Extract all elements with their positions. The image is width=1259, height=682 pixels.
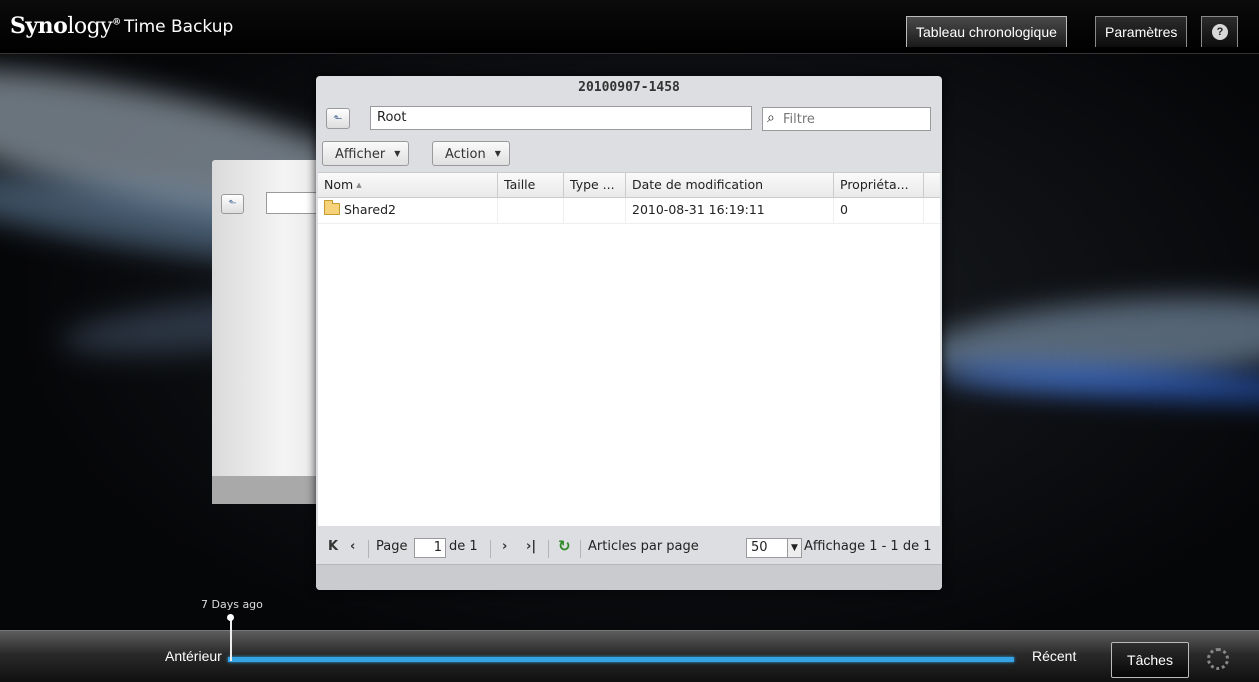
action-menu-button[interactable]: Action ▼ — [432, 141, 510, 166]
pagination-toolbar: K ‹ Page 1 de 1 › ›| ↻ Articles par page… — [318, 534, 940, 564]
chevron-down-icon: ▼ — [494, 149, 501, 158]
first-page-icon[interactable]: K — [328, 539, 338, 554]
prev-page-icon[interactable]: ‹ — [350, 539, 355, 554]
page-input[interactable]: 1 — [414, 538, 446, 558]
row-owner: 0 — [834, 198, 924, 223]
row-size — [498, 198, 564, 223]
per-page-select[interactable]: 50 ▼ — [746, 538, 802, 558]
last-page-icon[interactable]: ›| — [526, 539, 536, 554]
previous-snapshot-window[interactable]: ⬑ — [212, 160, 346, 504]
separator — [490, 540, 491, 558]
filter-input[interactable]: ⌕ Filtre — [762, 107, 931, 131]
column-type[interactable]: Type ... — [564, 173, 626, 197]
help-button[interactable]: ? — [1201, 16, 1238, 47]
search-icon: ⌕ — [767, 110, 775, 126]
chevron-down-icon: ▼ — [787, 539, 801, 557]
sort-asc-icon: ▲ — [356, 181, 362, 189]
column-name[interactable]: Nom ▲ — [318, 173, 498, 197]
synology-logo: Synology® — [10, 13, 121, 39]
timeline-marker[interactable] — [230, 616, 232, 661]
file-grid: Nom ▲ Taille Type ... Date de modificatio… — [318, 172, 940, 526]
top-bar: Synology® Time Backup Tableau chronologi… — [0, 0, 1259, 54]
timeline-track[interactable] — [228, 657, 1014, 662]
folder-icon — [324, 200, 340, 215]
timeline-marker-handle[interactable] — [227, 614, 234, 621]
up-arrow-icon: ⬑ — [221, 194, 244, 214]
next-page-icon[interactable]: › — [502, 539, 507, 554]
column-modified[interactable]: Date de modification — [626, 173, 834, 197]
grid-header: Nom ▲ Taille Type ... Date de modificatio… — [318, 173, 940, 198]
page-of-label: de 1 — [449, 539, 478, 554]
window-footer — [316, 564, 942, 590]
up-arrow-icon: ⬑ — [333, 112, 343, 125]
refresh-icon[interactable]: ↻ — [558, 537, 571, 555]
separator — [368, 540, 369, 558]
view-menu-button[interactable]: Afficher ▼ — [322, 141, 410, 166]
help-icon: ? — [1212, 24, 1228, 40]
app-title: Time Backup — [124, 17, 234, 37]
row-name: Shared2 — [344, 202, 396, 217]
snapshot-browser-window: 20100907-1458 ⬑ Root ⌕ Filtre Afficher ▼ … — [316, 76, 942, 590]
older-label: Antérieur — [165, 648, 222, 664]
separator — [580, 540, 581, 558]
filter-placeholder: Filtre — [783, 112, 815, 127]
tab-timeline[interactable]: Tableau chronologique — [906, 16, 1067, 47]
display-count-label: Affichage 1 - 1 de 1 — [804, 539, 932, 554]
timeline-marker-label: 7 Days ago — [201, 598, 263, 611]
table-row[interactable]: Shared2 2010-08-31 16:19:11 0 — [318, 198, 940, 224]
spinner-icon — [1207, 648, 1229, 670]
separator — [548, 540, 549, 558]
chevron-down-icon: ▼ — [394, 149, 401, 158]
window-title: 20100907-1458 — [578, 80, 680, 95]
path-input[interactable]: Root — [370, 106, 752, 130]
row-type — [564, 198, 626, 223]
row-modified: 2010-08-31 16:19:11 — [626, 198, 834, 223]
page-label: Page — [376, 539, 408, 554]
per-page-label: Articles par page — [588, 539, 699, 554]
column-owner[interactable]: Propriéta... — [834, 173, 924, 197]
up-folder-button[interactable]: ⬑ — [326, 108, 350, 129]
column-size[interactable]: Taille — [498, 173, 564, 197]
tasks-button[interactable]: Tâches — [1111, 642, 1189, 678]
tab-settings[interactable]: Paramètres — [1095, 16, 1188, 47]
window-footer — [212, 476, 332, 504]
recent-label: Récent — [1032, 648, 1077, 664]
